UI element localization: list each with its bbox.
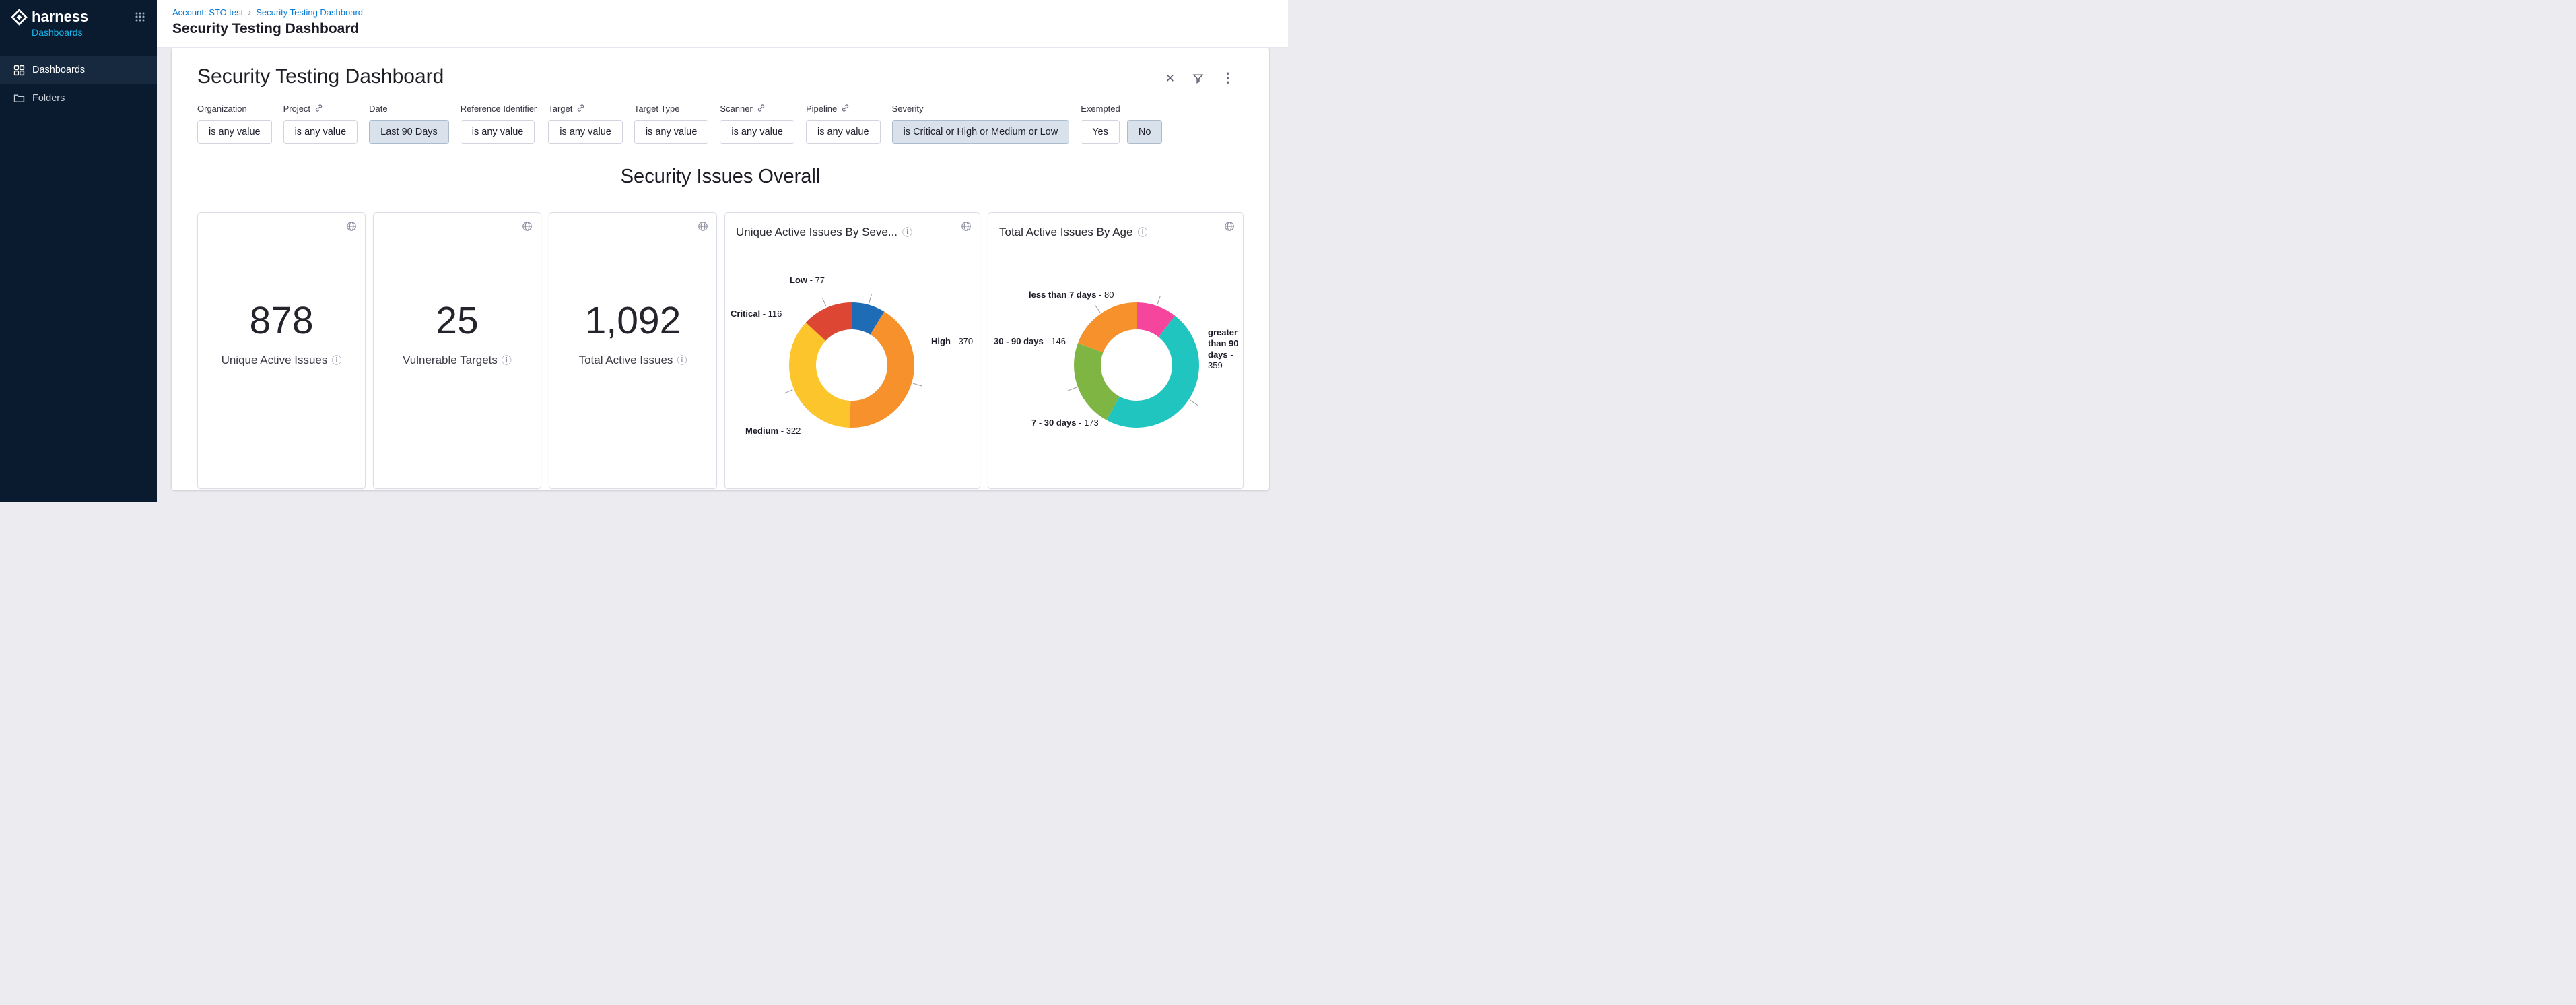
brand-name: harness bbox=[32, 8, 88, 26]
filter-target: Target is any value bbox=[548, 103, 623, 144]
kebab-menu-icon[interactable]: ⋮ bbox=[1221, 72, 1234, 85]
globe-icon[interactable] bbox=[346, 221, 357, 232]
filter-bar: Organization is any value Project is any… bbox=[197, 103, 1244, 144]
tiles-row: 878 Unique Active Issuesⓘ 25 Vulnerable … bbox=[197, 212, 1244, 489]
severity-donut-chart[interactable] bbox=[725, 242, 981, 472]
dashboard-card: Security Testing Dashboard ✕ ⋮ Organizat… bbox=[172, 48, 1269, 490]
info-icon[interactable]: ⓘ bbox=[331, 356, 341, 366]
globe-icon[interactable] bbox=[522, 221, 533, 232]
breadcrumb-account-link[interactable]: Account: STO test bbox=[172, 7, 243, 18]
globe-icon[interactable] bbox=[698, 221, 708, 232]
breadcrumb: Account: STO test › Security Testing Das… bbox=[172, 7, 1288, 18]
sidebar-item-label: Folders bbox=[32, 93, 65, 104]
filter-icon[interactable] bbox=[1192, 73, 1204, 84]
chevron-right-icon: › bbox=[248, 7, 251, 18]
filter-exempted: Exempted Yes No bbox=[1081, 103, 1162, 144]
globe-icon[interactable] bbox=[1224, 221, 1235, 232]
filter-label: Exempted bbox=[1081, 104, 1120, 114]
filter-reference-identifier-value[interactable]: is any value bbox=[461, 120, 535, 144]
dashboard-title: Security Testing Dashboard bbox=[197, 65, 444, 88]
sidebar-nav: Dashboards Folders bbox=[0, 56, 157, 112]
app-root: harness Dashboards Dashboards Folders bbox=[0, 0, 1288, 502]
filter-organization: Organization is any value bbox=[197, 103, 272, 144]
filter-label: Organization bbox=[197, 104, 247, 114]
dashboards-icon bbox=[13, 65, 25, 76]
stat-tile-unique-active-issues: 878 Unique Active Issuesⓘ bbox=[197, 212, 366, 489]
chart-title: Total Active Issues By Age bbox=[999, 226, 1132, 239]
filter-project: Project is any value bbox=[283, 103, 358, 144]
content-area: Security Testing Dashboard ✕ ⋮ Organizat… bbox=[157, 48, 1288, 502]
exempted-yes-button[interactable]: Yes bbox=[1081, 120, 1120, 144]
sidebar: harness Dashboards Dashboards Folders bbox=[0, 0, 157, 502]
filter-label: Project bbox=[283, 104, 310, 114]
harness-logo-icon bbox=[11, 9, 28, 26]
main-area: Account: STO test › Security Testing Das… bbox=[157, 0, 1288, 502]
filter-scanner: Scanner is any value bbox=[720, 103, 794, 144]
filter-pipeline-value[interactable]: is any value bbox=[806, 120, 881, 144]
stat-label: Total Active Issues bbox=[579, 354, 673, 367]
section-title: Security Issues Overall bbox=[197, 166, 1244, 188]
exempted-no-button[interactable]: No bbox=[1127, 120, 1163, 144]
filter-date-value[interactable]: Last 90 Days bbox=[369, 120, 449, 144]
filter-target-type-value[interactable]: is any value bbox=[634, 120, 709, 144]
filter-project-value[interactable]: is any value bbox=[283, 120, 358, 144]
stat-label: Unique Active Issues bbox=[222, 354, 328, 367]
sidebar-header: harness Dashboards bbox=[0, 0, 157, 46]
filter-severity-value[interactable]: is Critical or High or Medium or Low bbox=[892, 120, 1070, 144]
stat-tile-vulnerable-targets: 25 Vulnerable Targets ⓘ bbox=[373, 212, 541, 489]
chart-title: Unique Active Issues By Seve... bbox=[736, 226, 897, 239]
filter-severity: Severity is Critical or High or Medium o… bbox=[892, 103, 1070, 144]
filter-target-value[interactable]: is any value bbox=[548, 120, 623, 144]
filter-reference-identifier: Reference Identifier is any value bbox=[461, 103, 537, 144]
filter-label: Scanner bbox=[720, 104, 752, 114]
link-icon bbox=[576, 104, 585, 115]
breadcrumb-page-link[interactable]: Security Testing Dashboard bbox=[256, 7, 363, 18]
sidebar-item-folders[interactable]: Folders bbox=[0, 84, 157, 112]
folder-icon bbox=[13, 93, 25, 104]
module-grid-icon[interactable] bbox=[133, 9, 147, 24]
filter-label: Severity bbox=[892, 104, 924, 114]
stat-value: 1,092 bbox=[549, 302, 716, 340]
filter-label: Date bbox=[369, 104, 387, 114]
info-icon[interactable]: ⓘ bbox=[1137, 228, 1147, 238]
filter-organization-value[interactable]: is any value bbox=[197, 120, 272, 144]
page-title: Security Testing Dashboard bbox=[172, 21, 1288, 37]
info-icon[interactable]: ⓘ bbox=[902, 228, 912, 238]
chart-tile-severity: Unique Active Issues By Seve... ⓘ Low - … bbox=[724, 212, 980, 489]
sidebar-item-label: Dashboards bbox=[32, 65, 85, 75]
filter-pipeline: Pipeline is any value bbox=[806, 103, 881, 144]
product-name: Dashboards bbox=[32, 27, 147, 38]
stat-tile-total-active-issues: 1,092 Total Active Issues ⓘ bbox=[549, 212, 717, 489]
stat-label: Vulnerable Targets bbox=[403, 354, 498, 367]
filter-label: Target Type bbox=[634, 104, 680, 114]
close-icon[interactable]: ✕ bbox=[1165, 73, 1175, 84]
filter-scanner-value[interactable]: is any value bbox=[720, 120, 794, 144]
link-icon bbox=[841, 104, 850, 115]
dashboard-actions: ✕ ⋮ bbox=[1165, 72, 1234, 85]
stat-value: 878 bbox=[198, 302, 365, 340]
link-icon bbox=[757, 104, 766, 115]
info-icon[interactable]: ⓘ bbox=[502, 356, 512, 366]
top-header: Account: STO test › Security Testing Das… bbox=[157, 0, 1288, 48]
filter-label: Target bbox=[548, 104, 572, 114]
info-icon[interactable]: ⓘ bbox=[677, 356, 687, 366]
globe-icon[interactable] bbox=[961, 221, 972, 232]
link-icon bbox=[314, 104, 323, 115]
filter-date: Date Last 90 Days bbox=[369, 103, 449, 144]
stat-value: 25 bbox=[374, 302, 541, 340]
filter-label: Pipeline bbox=[806, 104, 837, 114]
age-donut-chart[interactable] bbox=[988, 242, 1244, 472]
filter-label: Reference Identifier bbox=[461, 104, 537, 114]
chart-tile-age: Total Active Issues By Age ⓘ less than 7… bbox=[988, 212, 1244, 489]
sidebar-item-dashboards[interactable]: Dashboards bbox=[0, 56, 157, 84]
filter-target-type: Target Type is any value bbox=[634, 103, 709, 144]
